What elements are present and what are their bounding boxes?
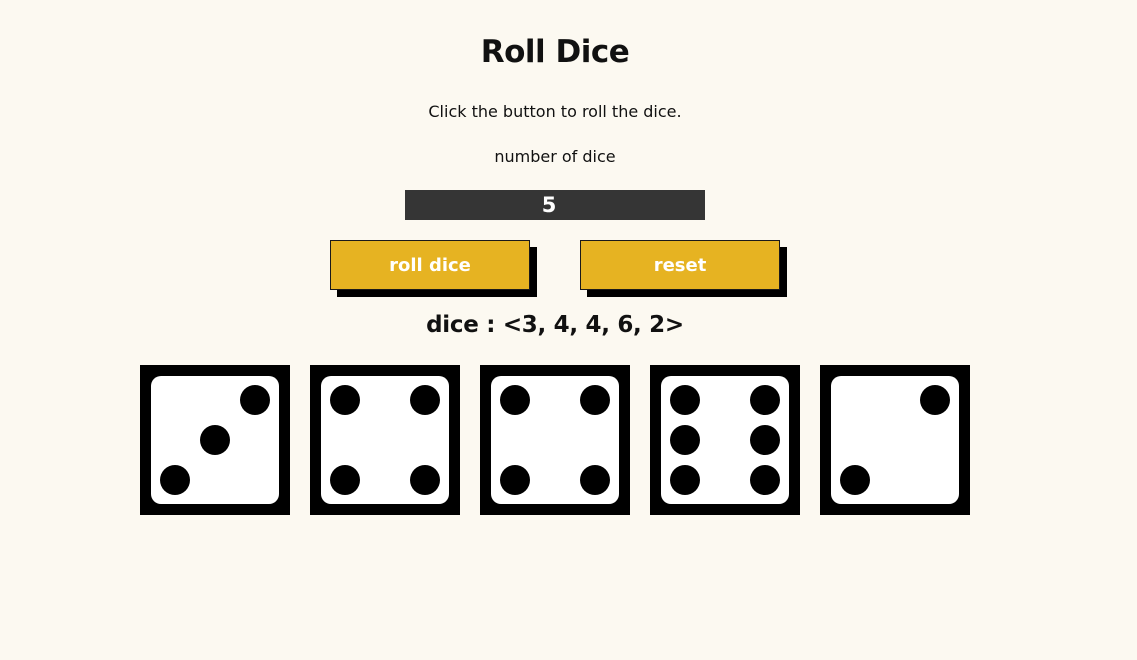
die-pip bbox=[580, 385, 610, 415]
die-pip bbox=[200, 425, 230, 455]
reset-button[interactable]: reset bbox=[580, 240, 780, 290]
die-pip bbox=[840, 465, 870, 495]
die-pip bbox=[500, 385, 530, 415]
die-face bbox=[321, 376, 449, 504]
page-title: Roll Dice bbox=[480, 34, 630, 70]
die-face bbox=[831, 376, 959, 504]
die-pip bbox=[330, 385, 360, 415]
die-1 bbox=[140, 365, 290, 515]
die-pip bbox=[750, 425, 780, 455]
dice-row bbox=[140, 365, 970, 515]
die-pip bbox=[240, 385, 270, 415]
die-pip bbox=[750, 385, 780, 415]
die-pip bbox=[330, 465, 360, 495]
die-pip bbox=[500, 465, 530, 495]
die-face bbox=[661, 376, 789, 504]
die-pip bbox=[160, 465, 190, 495]
die-4 bbox=[650, 365, 800, 515]
dice-count-input[interactable] bbox=[405, 190, 705, 220]
die-face bbox=[491, 376, 619, 504]
die-pip bbox=[920, 385, 950, 415]
die-face bbox=[151, 376, 279, 504]
roll-dice-page: Roll Dice Click the button to roll the d… bbox=[0, 0, 1137, 660]
die-pip bbox=[580, 465, 610, 495]
die-pip bbox=[670, 465, 700, 495]
die-pip bbox=[670, 425, 700, 455]
roll-dice-button[interactable]: roll dice bbox=[330, 240, 530, 290]
die-3 bbox=[480, 365, 630, 515]
die-pip bbox=[670, 385, 700, 415]
die-2 bbox=[310, 365, 460, 515]
die-pip bbox=[750, 465, 780, 495]
dice-count-label: number of dice bbox=[494, 147, 616, 166]
die-pip bbox=[410, 465, 440, 495]
instructions-text: Click the button to roll the dice. bbox=[428, 102, 682, 121]
die-5 bbox=[820, 365, 970, 515]
dice-result-text: dice : <3, 4, 4, 6, 2> bbox=[426, 312, 684, 338]
die-pip bbox=[410, 385, 440, 415]
